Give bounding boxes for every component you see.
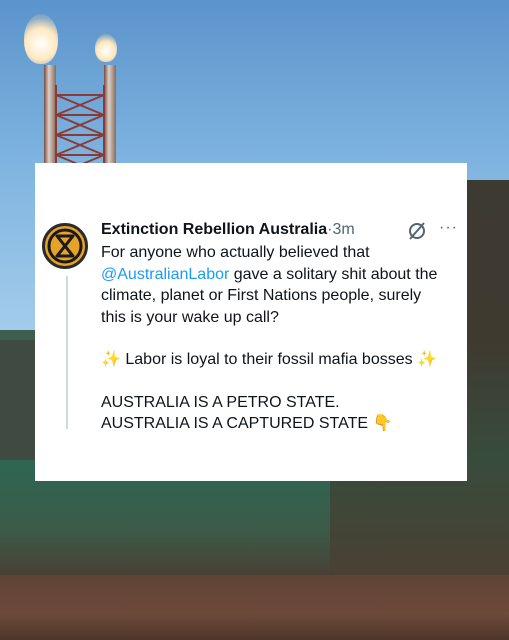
tweet-line: AUSTRALIA IS A CAPTURED STATE 👇 (101, 413, 461, 435)
grok-button[interactable] (407, 221, 429, 243)
tweet-line: this is your wake up call? (101, 308, 279, 326)
flame (95, 34, 117, 62)
extinction-symbol-icon (47, 228, 83, 264)
tweet-line: For anyone who actually believed that (101, 244, 370, 261)
tweet-line-text: Labor is loyal to their fossil mafia bos… (120, 351, 418, 368)
tweet-line: climate, planet or First Nations people,… (101, 287, 422, 304)
tweet-line: ✨ Labor is loyal to their fossil mafia b… (101, 349, 461, 371)
flare-tower-lattice (55, 85, 105, 175)
timestamp[interactable]: 3m (332, 221, 354, 238)
grok-icon (409, 222, 425, 240)
pointing-down-icon: 👇 (372, 415, 393, 432)
sparkles-icon: ✨ (101, 351, 121, 368)
left-hill (0, 340, 40, 460)
rocky-ground (0, 575, 509, 640)
tweet-text: For anyone who actually believed that @A… (101, 242, 461, 435)
mention-link[interactable]: @AustralianLabor (101, 266, 229, 283)
tweet-line: @AustralianLabor gave a solitary shit ab… (101, 264, 461, 286)
avatar[interactable] (42, 223, 88, 269)
author-name[interactable]: Extinction Rebellion Australia (101, 221, 327, 238)
flame (24, 14, 58, 64)
tweet-line: AUSTRALIA IS A PETRO STATE. (101, 393, 340, 411)
tweet-card[interactable]: Extinction Rebellion Australia·3m ··· Fo… (35, 163, 467, 481)
tweet-line-rest: gave a solitary shit about the (229, 265, 438, 283)
more-icon[interactable]: ··· (439, 219, 457, 239)
sparkles-icon: ✨ (417, 351, 437, 368)
tweet-header: Extinction Rebellion Australia·3m (101, 221, 355, 243)
tweet-line-text: AUSTRALIA IS A CAPTURED STATE (101, 415, 373, 432)
thread-line (66, 276, 68, 429)
